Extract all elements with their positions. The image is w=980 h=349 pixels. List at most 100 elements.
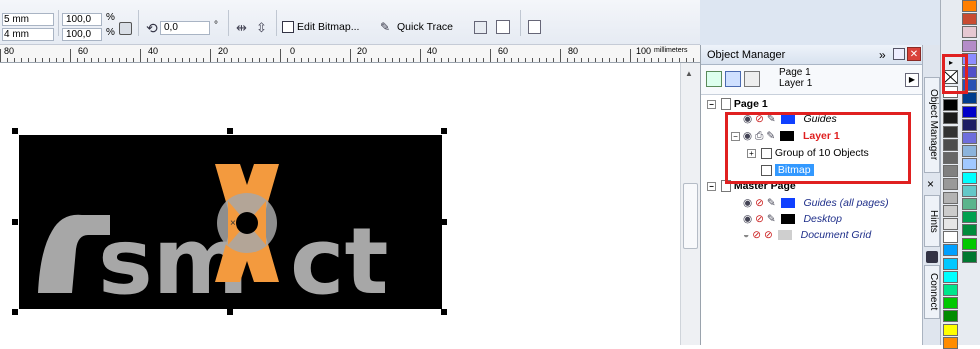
visibility-icons[interactable]: ◉ ⊘ ✎ [743,197,776,209]
ruler-unit: millimeters [654,47,688,54]
color-swatch[interactable] [962,158,977,171]
color-swatch[interactable] [962,132,977,144]
ruler-label: 20 [357,46,368,56]
degree-symbol: ° [214,20,218,31]
scale-x-value: 100,0 [66,14,92,25]
color-swatch[interactable] [943,323,958,336]
scroll-thumb[interactable] [683,183,698,249]
drawing-canvas[interactable]: sm × ct [0,63,680,345]
color-swatch[interactable] [943,112,958,125]
color-swatch[interactable] [962,224,977,237]
layer-manager-view-icon[interactable] [744,71,760,87]
current-page-name: Page 1 [779,67,811,78]
crop-bitmap-icon[interactable] [474,21,487,34]
quick-trace-icon: ✎ [380,20,391,34]
minimize-icon[interactable] [893,48,905,60]
ruler-label: 20 [218,46,229,56]
color-swatch[interactable] [943,244,958,257]
color-swatch[interactable] [962,198,977,210]
tree-item-desktop[interactable]: ◉ ⊘ ✎ Desktop [743,212,842,227]
color-swatch[interactable] [943,231,958,244]
color-swatch[interactable] [943,270,958,283]
color-swatch[interactable] [943,125,958,138]
docker-tabs: Object Manager × Hints Connect [922,45,940,345]
panel-title: Object Manager [707,49,786,61]
current-layer-name: Layer 1 [779,78,813,89]
scroll-up-icon[interactable]: ▲ [685,69,693,78]
color-swatch[interactable] [943,336,958,349]
color-swatch[interactable] [943,257,958,270]
color-swatch[interactable] [962,39,977,52]
property-bar: 5 mm 4 mm 100,0 100,0 % % ⟲ 0,0 ° ⇹ ⇳ Ed… [0,0,700,45]
vertical-scrollbar[interactable]: ▲ [680,63,700,345]
edit-across-layers-icon[interactable] [725,71,741,87]
center-marker: × [230,218,236,229]
tree-label: Page 1 [733,98,768,110]
tab-hints[interactable]: Hints [924,195,940,247]
object-manager-toolbar: Page 1 Layer 1 ▶ [701,65,923,95]
mirror-vertical-icon[interactable]: ⇳ [256,20,267,36]
expand-icon[interactable]: » [879,48,886,62]
close-icon[interactable]: ✕ [907,47,921,61]
visibility-icons[interactable]: ◒ ⊘ ⊘ [743,229,773,241]
object-manager-header: Object Manager » ✕ [701,45,923,65]
bitmap-color-mask-icon[interactable] [528,20,541,34]
color-swatch[interactable] [943,138,958,151]
show-properties-icon[interactable] [706,71,722,87]
lock-ratio-icon[interactable] [119,22,132,35]
connect-icon [926,251,938,263]
scale-y-value: 100,0 [66,29,92,40]
tab-object-manager[interactable]: Object Manager [924,77,940,173]
tree-item-document-grid[interactable]: ◒ ⊘ ⊘ Document Grid [743,228,871,243]
color-swatch[interactable] [962,250,977,263]
tree-label: Guides (all pages) [803,197,889,209]
ruler-label: 40 [148,46,159,56]
color-swatch[interactable] [962,171,977,184]
resample-icon[interactable] [496,20,510,34]
color-swatch[interactable] [962,105,977,118]
page-icon [720,98,731,111]
color-swatch[interactable] [943,284,958,296]
color-swatch[interactable] [943,310,958,323]
collapse-icon[interactable]: − [707,99,716,109]
color-swatch[interactable] [962,211,977,224]
color-swatch[interactable] [962,237,977,250]
color-swatch[interactable] [962,0,977,12]
horizontal-ruler: 80 60 40 20 0 20 40 60 80 100 millimeter… [0,45,700,63]
collapse-icon[interactable]: − [707,181,716,191]
rotation-value: 0,0 [164,22,178,33]
ruler-ticks [0,49,694,62]
quick-trace-button[interactable]: ✎ Quick Trace [380,21,453,33]
tab-connect[interactable]: Connect [924,265,940,319]
tree-item-guides-all[interactable]: ◉ ⊘ ✎ Guides (all pages) [743,196,889,211]
ruler-label: 80 [4,46,15,56]
ruler-label: 100 [636,46,652,56]
bitmap-object[interactable]: sm × ct [0,63,680,345]
mirror-horizontal-icon[interactable]: ⇹ [236,20,247,36]
color-swatch[interactable] [943,218,958,230]
width-value: 5 mm [4,14,29,25]
close-docker-icon[interactable]: × [927,177,934,191]
logo-o-hole [236,212,258,234]
color-swatch[interactable] [943,178,958,191]
flyout-menu-icon[interactable]: ▶ [905,73,919,87]
percent-x: % [106,12,115,23]
color-swatch[interactable] [962,13,977,26]
edit-bitmap-button[interactable]: Edit Bitmap... [282,21,359,33]
color-swatch[interactable] [962,184,977,197]
color-swatch[interactable] [943,152,958,164]
tree-item-page1[interactable]: − Page 1 [707,97,768,112]
ruler-label: 60 [498,46,509,56]
color-swatch[interactable] [962,145,977,158]
highlight-box [725,112,911,184]
color-swatch[interactable] [943,191,958,204]
color-swatch[interactable] [962,118,977,131]
color-swatch[interactable] [962,26,977,39]
color-swatch[interactable] [943,165,958,178]
color-swatch[interactable] [943,297,958,310]
color-swatch[interactable] [943,204,958,217]
visibility-icons[interactable]: ◉ ⊘ ✎ [743,213,776,225]
color-swatch[interactable] [962,92,977,105]
color-swatch[interactable] [943,99,958,112]
ruler-label: 80 [568,46,579,56]
